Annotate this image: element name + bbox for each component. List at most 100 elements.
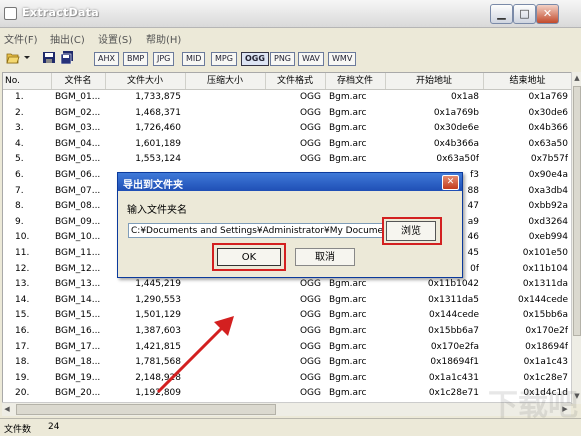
export-folder-dialog: 导出到文件夹 ✕ 输入文件夹名 C:¥Documents and Setting… — [117, 172, 463, 278]
table-cell: 0x30de6e — [433, 123, 479, 134]
format-wav-button[interactable]: WAV — [298, 52, 324, 66]
column-header[interactable]: 文件大小 — [105, 73, 186, 89]
table-row[interactable]: 13. BGM_13... 1,445,219 OGG Bgm.arc 0x11b1042… — [3, 277, 572, 293]
list-header: No. 文件名 文件大小 压缩大小 文件格式 存档文件 开始地址 结束地址 — [3, 73, 572, 90]
file-count-label: 文件数 — [4, 425, 32, 435]
menu-settings[interactable]: 设置(S) — [98, 31, 132, 46]
table-cell: Bgm.arc — [329, 310, 367, 321]
format-bmp-button[interactable]: BMP — [123, 52, 149, 66]
table-row[interactable]: 20. BGM_20... 1,192,809 OGG Bgm.arc 0x1c28e71… — [3, 386, 572, 402]
ok-button[interactable]: OK — [217, 248, 281, 266]
table-cell: BGM_04... — [55, 138, 101, 149]
table-row[interactable]: 14. BGM_14... 1,290,553 OGG Bgm.arc 0x1311da5… — [3, 293, 572, 309]
table-cell: 1. — [15, 92, 24, 102]
table-row[interactable]: 17. BGM_17... 1,421,815 OGG Bgm.arc 0x170e2fa… — [3, 340, 572, 356]
column-header[interactable]: No. — [5, 73, 52, 89]
column-header[interactable]: 文件名 — [51, 73, 106, 89]
table-cell: OGG — [299, 372, 321, 383]
table-cell: BGM_09... — [55, 216, 101, 227]
table-cell: 1,733,875 — [135, 92, 181, 102]
table-cell: 0x7b57f — [530, 154, 568, 165]
browse-button[interactable]: 浏览 — [386, 221, 436, 241]
table-row[interactable]: 16. BGM_16... 1,387,603 OGG Bgm.arc 0x15bb6a7… — [3, 324, 572, 340]
table-cell: 1,601,189 — [135, 138, 181, 149]
table-row[interactable]: 2. BGM_02... 1,468,371 OGG Bgm.arc 0x1a769b 0x… — [3, 106, 572, 122]
table-cell: BGM_10... — [55, 232, 101, 243]
table-cell: BGM_17... — [55, 341, 101, 352]
format-ogg-button[interactable]: OGG — [241, 52, 269, 66]
horizontal-scrollbar[interactable]: ◀ ▶ — [2, 402, 571, 416]
table-cell: 11. — [15, 248, 30, 258]
dialog-close-button[interactable]: ✕ — [442, 175, 459, 190]
table-cell: 0x11b1042 — [427, 279, 479, 290]
table-cell: Bgm.arc — [329, 341, 367, 352]
maximize-button[interactable]: □ — [513, 4, 536, 24]
save-icon[interactable] — [42, 51, 56, 64]
menu-extract[interactable]: 抽出(C) — [50, 31, 85, 46]
table-cell: BGM_16... — [55, 326, 101, 336]
menu-help[interactable]: 帮助(H) — [146, 31, 181, 46]
table-cell: BGM_02... — [55, 107, 101, 118]
table-row[interactable]: 18. BGM_18... 1,781,568 OGG Bgm.arc 0x18694f1… — [3, 355, 572, 371]
column-header[interactable]: 压缩大小 — [185, 73, 266, 89]
app-icon — [4, 7, 17, 20]
column-header[interactable]: 文件格式 — [265, 73, 326, 89]
table-cell: 0x90e4a — [528, 170, 568, 180]
table-cell: OGG — [299, 92, 321, 102]
table-cell: 0xd3264 — [528, 216, 568, 227]
watermark: 下载吧 — [488, 388, 578, 423]
table-row[interactable]: 4. BGM_04... 1,601,189 OGG Bgm.arc 0x4b366a 0x… — [3, 137, 572, 153]
table-cell: 13. — [15, 279, 30, 290]
table-row[interactable]: 19. BGM_19... 2,148,928 OGG Bgm.arc 0x1a1c431… — [3, 371, 572, 387]
table-cell: Bgm.arc — [329, 326, 367, 336]
table-cell: Bgm.arc — [329, 388, 367, 399]
horizontal-scroll-thumb[interactable] — [16, 404, 276, 415]
save-all-icon[interactable] — [60, 51, 74, 64]
table-cell: 0x170e2fa — [430, 341, 479, 352]
vertical-scroll-thumb[interactable] — [573, 86, 581, 336]
table-cell: BGM_19... — [55, 372, 101, 383]
table-cell: 4. — [15, 138, 24, 149]
open-folder-icon[interactable] — [6, 51, 20, 64]
cancel-button[interactable]: 取消 — [295, 248, 355, 266]
table-row[interactable]: 1. BGM_01... 1,733,875 OGG Bgm.arc 0x1a8 0x1a7… — [3, 90, 572, 106]
table-cell: 0x1a8 — [450, 92, 479, 102]
table-cell: 19. — [15, 372, 30, 383]
table-cell: BGM_07... — [55, 185, 101, 196]
table-cell: BGM_11... — [55, 248, 101, 258]
table-cell: OGG — [299, 310, 321, 321]
table-cell: Bgm.arc — [329, 92, 367, 102]
table-cell: 0x1a769b — [433, 107, 479, 118]
table-cell: OGG — [299, 357, 321, 368]
dialog-title: 导出到文件夹 — [123, 180, 183, 191]
table-cell: BGM_03... — [55, 123, 101, 134]
toolbar: AHX BMP JPG MID MPG OGG PNG WAV WMV — [0, 46, 581, 70]
table-cell: 3. — [15, 123, 24, 134]
table-cell: 18. — [15, 357, 30, 368]
folder-path-input[interactable]: C:¥Documents and Settings¥Administrator¥… — [128, 223, 383, 238]
column-header[interactable]: 存档文件 — [325, 73, 386, 89]
format-png-button[interactable]: PNG — [270, 52, 296, 66]
table-cell: 0x11b104 — [522, 263, 568, 274]
table-cell: 0x1a1c431 — [428, 372, 479, 383]
format-jpg-button[interactable]: JPG — [153, 52, 175, 66]
column-header[interactable]: 结束地址 — [483, 73, 572, 89]
table-cell: 16. — [15, 326, 30, 336]
scroll-up-icon[interactable]: ▲ — [572, 72, 581, 84]
vertical-scrollbar[interactable]: ▲ ▼ — [571, 72, 581, 404]
close-button[interactable]: ✕ — [536, 4, 559, 24]
format-wmv-button[interactable]: WMV — [328, 52, 357, 66]
table-row[interactable]: 3. BGM_03... 1,726,460 OGG Bgm.arc 0x30de6e 0x… — [3, 121, 572, 137]
scroll-left-icon[interactable]: ◀ — [2, 403, 12, 415]
format-mpg-button[interactable]: MPG — [211, 52, 237, 66]
column-header[interactable]: 开始地址 — [385, 73, 484, 89]
minimize-button[interactable]: ▁ — [490, 4, 513, 24]
format-ahx-button[interactable]: AHX — [94, 52, 119, 66]
menu-file[interactable]: 文件(F) — [4, 31, 38, 46]
table-row[interactable]: 5. BGM_05... 1,553,124 OGG Bgm.arc 0x63a50f 0x… — [3, 152, 572, 168]
table-row[interactable]: 15. BGM_15... 1,501,129 OGG Bgm.arc 0x144cede… — [3, 308, 572, 324]
table-cell: Bgm.arc — [329, 279, 367, 290]
table-cell: 0x4b366 — [528, 123, 568, 134]
format-mid-button[interactable]: MID — [182, 52, 206, 66]
chevron-down-icon[interactable] — [23, 51, 31, 64]
